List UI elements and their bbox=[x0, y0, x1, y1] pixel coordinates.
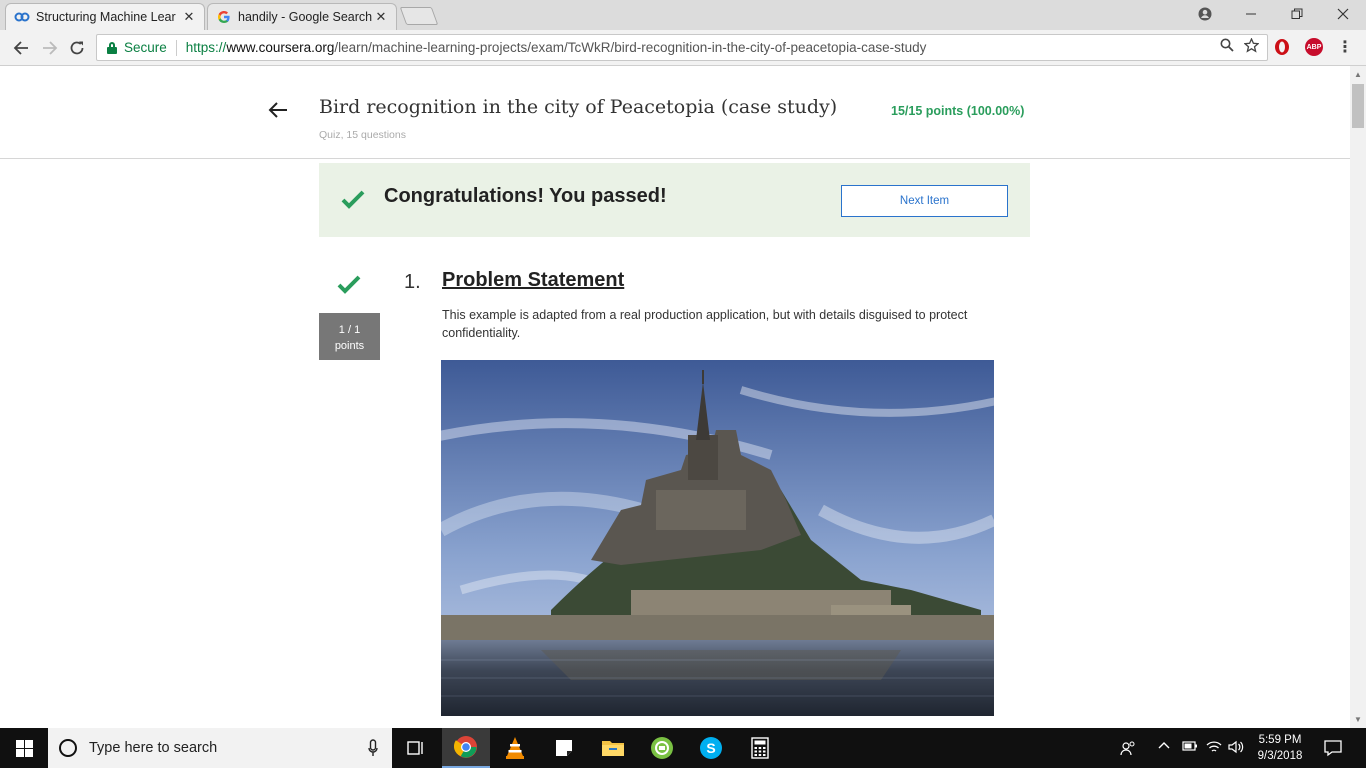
secure-label: Secure bbox=[124, 40, 167, 55]
quiz-header: Bird recognition in the city of Peacetop… bbox=[0, 66, 1350, 159]
question-title: Problem Statement bbox=[442, 269, 625, 291]
green-app-icon[interactable] bbox=[638, 728, 686, 768]
score-text: 15/15 points (100.00%) bbox=[891, 104, 1025, 118]
close-window-icon[interactable] bbox=[1320, 0, 1366, 28]
page-scrollbar[interactable]: ▲ ▼ bbox=[1350, 66, 1366, 728]
bookmark-star-icon[interactable] bbox=[1243, 37, 1260, 57]
people-icon[interactable] bbox=[1120, 740, 1136, 759]
back-icon[interactable] bbox=[9, 36, 33, 60]
action-center-icon[interactable] bbox=[1324, 739, 1342, 760]
adblock-label: ABP bbox=[1306, 43, 1322, 51]
url-text: https://www.coursera.org/learn/machine-l… bbox=[185, 40, 927, 55]
system-clock[interactable]: 5:59 PM 9/3/2018 bbox=[1240, 732, 1320, 764]
calculator-icon[interactable] bbox=[736, 728, 784, 768]
check-icon bbox=[341, 187, 365, 211]
menu-icon[interactable]: ⋮ bbox=[1336, 38, 1354, 56]
sticky-notes-icon[interactable] bbox=[540, 728, 588, 768]
new-tab-button[interactable] bbox=[399, 7, 439, 25]
reload-icon[interactable] bbox=[65, 36, 89, 60]
search-placeholder: Type here to search bbox=[89, 740, 218, 756]
clock-date: 9/3/2018 bbox=[1257, 750, 1303, 762]
clock-time: 5:59 PM bbox=[1258, 734, 1302, 746]
points-label: points bbox=[334, 340, 365, 352]
windows-start-icon[interactable] bbox=[0, 728, 48, 768]
adblock-icon[interactable]: ABP bbox=[1305, 38, 1323, 56]
taskbar-search-box[interactable]: Type here to search bbox=[48, 728, 392, 768]
lock-icon bbox=[107, 41, 117, 54]
task-view-icon[interactable] bbox=[392, 728, 440, 768]
address-bar[interactable]: Secure https://www.coursera.org/learn/ma… bbox=[96, 34, 1268, 61]
microphone-icon[interactable] bbox=[368, 739, 378, 757]
passed-banner: Congratulations! You passed! Next Item bbox=[319, 163, 1030, 237]
google-icon bbox=[216, 9, 232, 25]
battery-icon[interactable] bbox=[1182, 740, 1198, 755]
wifi-icon[interactable] bbox=[1206, 740, 1222, 757]
tab-google-search[interactable]: handily - Google Search ✕ bbox=[207, 3, 397, 30]
question-text: This example is adapted from a real prod… bbox=[442, 308, 968, 340]
browser-tabstrip: Structuring Machine Lear ✕ handily - Goo… bbox=[0, 0, 1366, 30]
file-explorer-icon[interactable] bbox=[589, 728, 637, 768]
tab-coursera[interactable]: Structuring Machine Lear ✕ bbox=[5, 3, 205, 30]
opera-icon[interactable] bbox=[1273, 38, 1291, 56]
scroll-up-icon[interactable]: ▲ bbox=[1354, 70, 1362, 79]
points-value: 1 / 1 bbox=[338, 324, 361, 336]
castle-photo bbox=[441, 360, 994, 716]
zoom-search-icon[interactable] bbox=[1220, 38, 1234, 57]
svg-text:S: S bbox=[706, 740, 715, 756]
points-badge: 1 / 1 points bbox=[319, 313, 380, 360]
cortana-icon bbox=[59, 739, 77, 757]
browser-toolbar: Secure https://www.coursera.org/learn/ma… bbox=[0, 30, 1366, 66]
chevron-up-icon[interactable] bbox=[1158, 740, 1170, 755]
windows-taskbar: Type here to search S 5:59 PM 9/3/2018 bbox=[0, 728, 1366, 768]
passed-message: Congratulations! You passed! bbox=[384, 185, 667, 207]
back-arrow-icon[interactable] bbox=[266, 98, 290, 122]
page-title: Bird recognition in the city of Peacetop… bbox=[319, 96, 838, 118]
chrome-icon[interactable] bbox=[442, 728, 490, 768]
scroll-down-icon[interactable]: ▼ bbox=[1354, 715, 1362, 724]
profile-icon[interactable] bbox=[1182, 0, 1228, 28]
skype-icon[interactable]: S bbox=[687, 728, 735, 768]
minimize-icon[interactable] bbox=[1228, 0, 1274, 28]
coursera-icon bbox=[14, 9, 30, 25]
question-check-icon bbox=[337, 272, 361, 296]
close-tab-icon[interactable]: ✕ bbox=[182, 9, 196, 25]
scrollbar-thumb[interactable] bbox=[1352, 84, 1364, 128]
divider bbox=[175, 39, 177, 56]
tab-title: Structuring Machine Lear bbox=[36, 10, 176, 24]
page-content: Bird recognition in the city of Peacetop… bbox=[0, 66, 1350, 728]
vlc-icon[interactable] bbox=[491, 728, 539, 768]
close-tab-icon[interactable]: ✕ bbox=[374, 9, 388, 25]
forward-icon[interactable] bbox=[38, 36, 62, 60]
next-item-button[interactable]: Next Item bbox=[841, 185, 1008, 217]
question-number: 1. bbox=[404, 271, 421, 293]
restore-icon[interactable] bbox=[1274, 0, 1320, 28]
tab-title: handily - Google Search bbox=[238, 10, 373, 24]
quiz-subtitle: Quiz, 15 questions bbox=[319, 129, 406, 141]
